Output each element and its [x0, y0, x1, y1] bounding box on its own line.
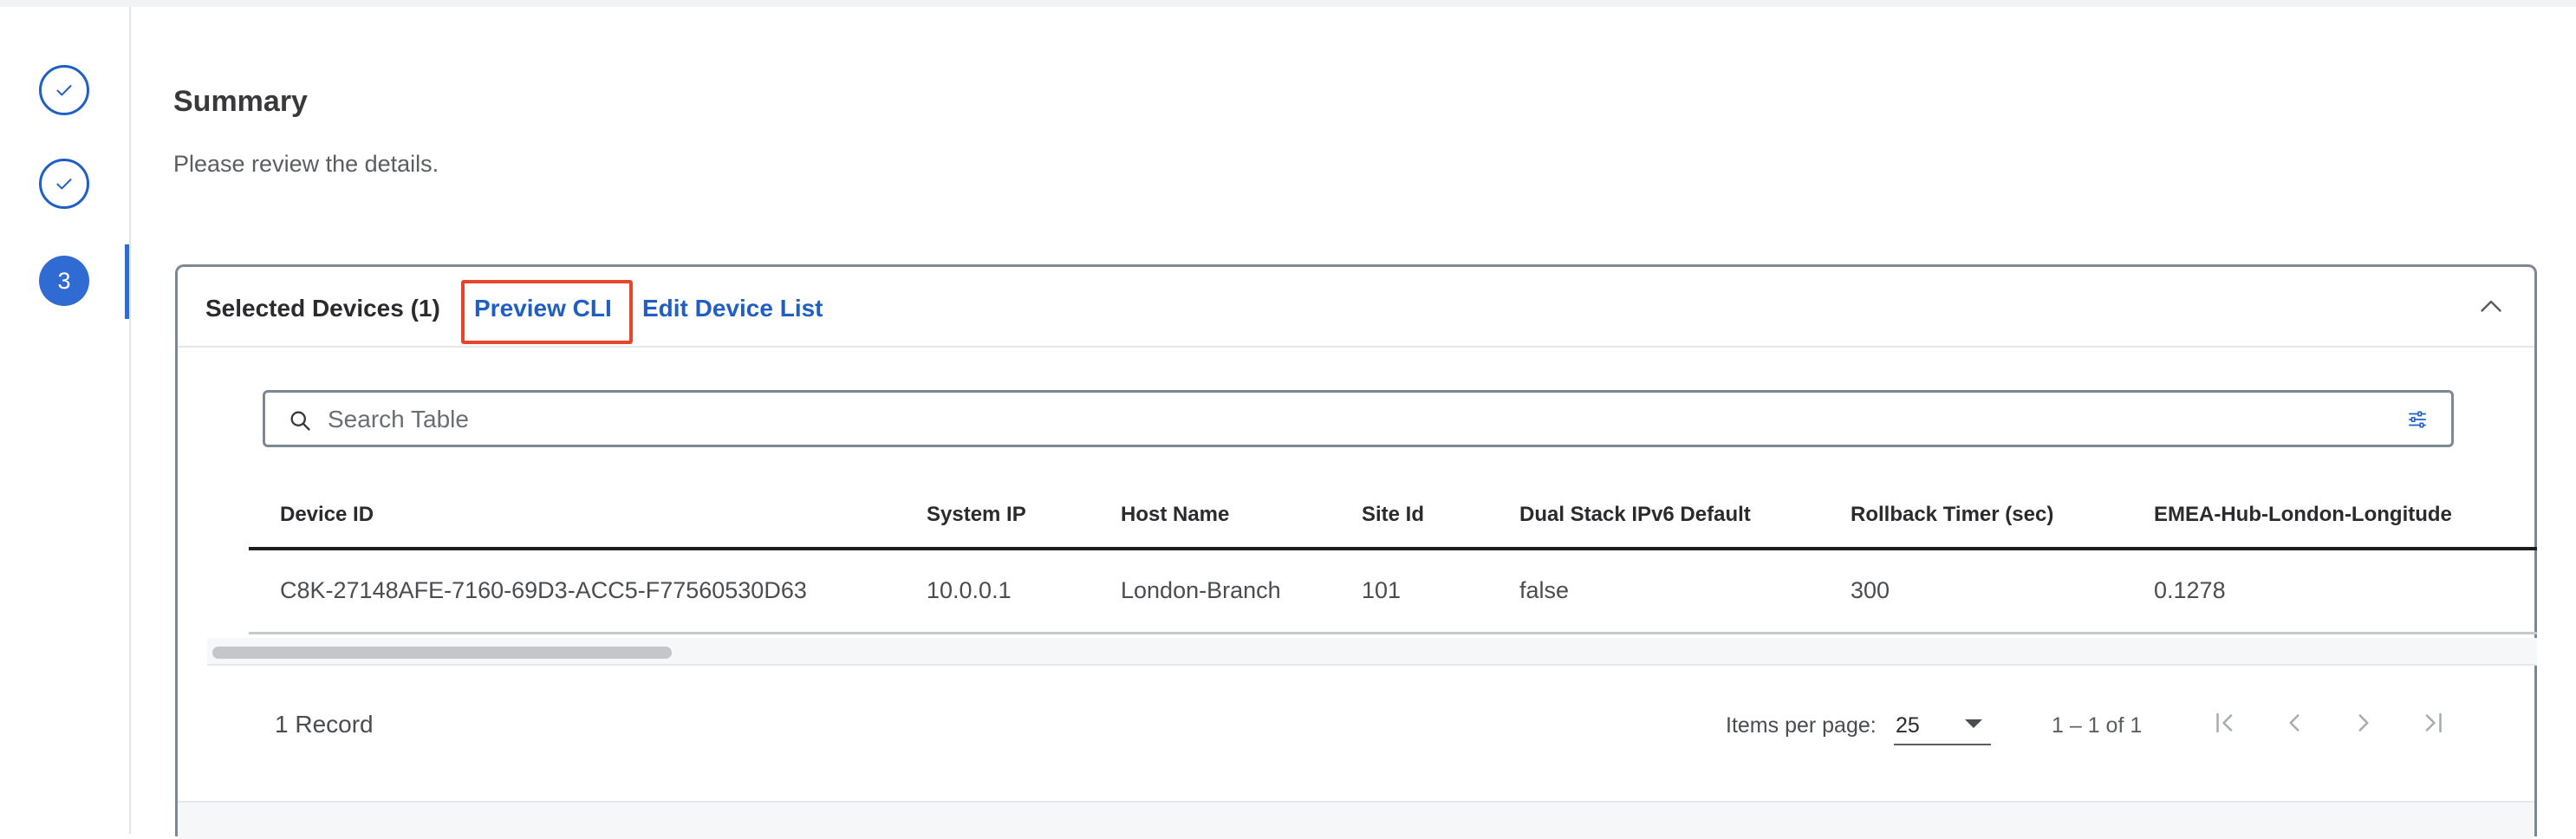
page-title: Summary — [173, 85, 308, 118]
column-header[interactable]: Site Id — [1362, 503, 1424, 527]
column-header[interactable]: Rollback Timer (sec) — [1851, 503, 2053, 527]
card-title: Selected Devices (1) — [205, 295, 440, 322]
first-page-icon — [2216, 712, 2233, 733]
last-page-icon — [2425, 712, 2442, 733]
column-header[interactable]: Device ID — [280, 503, 374, 527]
scrollbar-thumb[interactable] — [212, 647, 672, 659]
table-header-row: Device ID System IP Host Name Site Id Du… — [249, 475, 2537, 550]
preview-cli-link[interactable]: Preview CLI — [474, 295, 612, 322]
items-per-page-label: Items per page: — [1726, 713, 1877, 738]
step-1-complete[interactable] — [39, 65, 89, 115]
chevron-left-icon — [2289, 714, 2300, 732]
table-cell: 300 — [1851, 577, 1890, 603]
page-subtitle: Please review the details. — [173, 151, 439, 177]
items-per-page-select[interactable]: 25 — [1894, 702, 1991, 745]
next-page-button[interactable] — [2345, 704, 2383, 742]
check-icon — [56, 85, 72, 96]
table-cell: 101 — [1362, 577, 1402, 603]
items-per-page-value: 25 — [1896, 713, 1920, 738]
edit-device-list-link[interactable]: Edit Device List — [642, 295, 823, 322]
search-input[interactable] — [328, 400, 2365, 439]
check-icon — [56, 179, 72, 190]
selected-devices-card: Selected Devices (1) Preview CLI Edit De… — [175, 264, 2537, 839]
search-icon — [290, 411, 310, 431]
filter-settings-icon[interactable] — [2406, 408, 2429, 431]
search-table-box — [263, 390, 2454, 447]
pagination-range: 1 – 1 of 1 — [2052, 713, 2143, 738]
stepper-rail — [0, 7, 131, 834]
table-cell: C8K-27148AFE-7160-69D3-ACC5-F77560530D63 — [280, 577, 807, 603]
table-row[interactable]: C8K-27148AFE-7160-69D3-ACC5-F77560530D63… — [249, 550, 2537, 634]
step-3-active[interactable]: 3 — [39, 256, 89, 306]
table-cell: London-Branch — [1121, 577, 1281, 603]
step-number: 3 — [57, 267, 71, 294]
record-count: 1 Record — [275, 711, 374, 738]
table-cell: false — [1519, 577, 1570, 603]
horizontal-scrollbar[interactable] — [207, 638, 2537, 666]
chevron-up-icon[interactable] — [2475, 291, 2507, 322]
step-2-complete[interactable] — [39, 159, 89, 209]
last-page-button[interactable] — [2414, 704, 2452, 742]
first-page-button[interactable] — [2206, 704, 2244, 742]
card-header: Selected Devices (1) Preview CLI Edit De… — [178, 267, 2534, 348]
top-strip — [0, 0, 2576, 7]
column-header[interactable]: Host Name — [1121, 503, 1229, 527]
table-cell: 10.0.0.1 — [927, 577, 1012, 603]
active-step-indicator — [125, 244, 129, 319]
card-footer-band — [178, 801, 2534, 839]
column-header[interactable]: Dual Stack IPv6 Default — [1519, 503, 1751, 527]
previous-page-button[interactable] — [2275, 704, 2313, 742]
devices-table: Device ID System IP Host Name Site Id Du… — [249, 475, 2537, 634]
chevron-right-icon — [2358, 714, 2369, 732]
column-header[interactable]: System IP — [927, 503, 1026, 527]
caret-down-icon — [1965, 719, 1982, 728]
table-cell: 0.1278 — [2154, 577, 2226, 603]
column-header[interactable]: EMEA-Hub-London-Longitude — [2154, 503, 2452, 527]
